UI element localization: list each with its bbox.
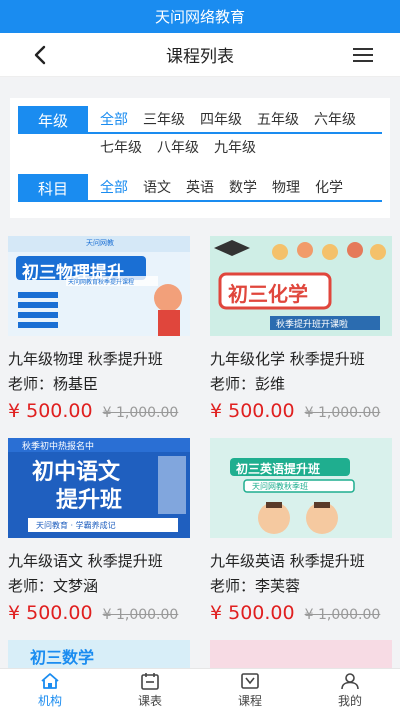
bottom-tab-bar: 机构 课表 课程 我的 [0,668,400,711]
cover-subline: 天问网教育秋季提升课程 [68,279,135,286]
course-card[interactable]: 秋季初中热报名中 初中语文 提升班 天问教育 · 学霸养成记 九年级语文 秋季提… [8,438,190,624]
page-title: 课程列表 [166,47,234,67]
cover-tagline: 秋季初中热报名中 [22,442,95,452]
calendar-icon [141,672,159,690]
tab-label: 机构 [37,693,62,708]
cover-subline: 天问网教秋季班 [252,482,308,491]
course-price: ¥ 500.00 [210,602,295,624]
physics-cover-art [8,236,190,336]
course-cover-image[interactable]: 天问网教 初三物理提升 天问网教育秋季提升课程 [8,236,190,336]
cover-subline: 天问教育 · 学霸养成记 [36,521,116,530]
app-root: 天问网络教育 课程列表 年级 全部 三年级 四年级 五年级 六年级 七年级 八年… [0,0,400,711]
app-title: 天问网络教育 [154,8,245,26]
course-original-price: ¥ 1,000.00 [102,405,179,421]
grade-option-9[interactable]: 九年级 [214,134,256,162]
cover-subline: 秋季提升班开课啦 [276,320,349,330]
course-grid: 天问网教 初三物理提升 天问网教育秋季提升课程 九年级物理 秋季提升班 老师：杨… [8,236,392,624]
tab-label: 课表 [137,693,162,708]
course-cover-image[interactable]: 初三化学 秋季提升班开课啦 [210,236,392,336]
next-course-row: 初三数学 [8,640,392,670]
subject-filter: 科目 全部 语文 英语 数学 物理 化学 [18,174,382,202]
course-icon [241,672,259,689]
course-title[interactable]: 九年级英语 秋季提升班 [210,550,392,571]
subject-option-physics[interactable]: 物理 [272,174,300,202]
cover-headline: 初三化学 [228,282,308,306]
home-icon [41,672,59,689]
tab-courses[interactable]: 课程 [200,669,300,711]
cover-brand: 天问网教 [86,239,114,247]
tab-label: 课程 [237,693,262,708]
menu-button[interactable] [350,43,376,67]
cover-headline: 初三英语提升班 [236,462,321,476]
grade-divider [18,132,382,134]
course-price: ¥ 500.00 [8,400,93,422]
subject-option-chemistry[interactable]: 化学 [315,174,343,202]
course-teacher: 老师：杨基臣 [8,375,99,393]
course-card[interactable]: 初三化学 秋季提升班开课啦 九年级化学 秋季提升班 老师：彭维 ¥ 500.00… [210,236,392,422]
course-teacher: 老师：彭维 [210,375,286,393]
grade-option-8[interactable]: 八年级 [157,134,199,162]
cover-headline: 初三数学 [30,648,95,667]
subject-option-all[interactable]: 全部 [100,174,128,202]
course-teacher: 老师：文梦涵 [8,577,99,595]
tab-institution[interactable]: 机构 [0,669,100,711]
grade-filter: 年级 全部 三年级 四年级 五年级 六年级 七年级 八年级 九年级 [18,106,382,162]
course-cover-image[interactable] [210,640,392,670]
app-title-bar: 天问网络教育 [0,0,400,33]
tab-profile[interactable]: 我的 [300,669,400,711]
cover-headline-2: 提升班 [56,488,123,513]
course-title[interactable]: 九年级化学 秋季提升班 [210,348,392,369]
nav-bar: 课程列表 [0,33,400,77]
filter-panel: 年级 全部 三年级 四年级 五年级 六年级 七年级 八年级 九年级 科目 全部 … [10,98,390,218]
course-original-price: ¥ 1,000.00 [102,607,179,623]
user-icon [341,672,359,689]
tab-label: 我的 [337,693,362,708]
course-cover-image[interactable]: 初三英语提升班 天问网教秋季班 [210,438,392,538]
price-row: ¥ 500.00 ¥ 1,000.00 [210,602,392,624]
course-original-price: ¥ 1,000.00 [304,607,381,623]
course-original-price: ¥ 1,000.00 [304,405,381,421]
course-price: ¥ 500.00 [210,400,295,422]
course-cover-image[interactable]: 初三数学 [8,640,190,670]
grade-filter-label: 年级 [18,106,88,134]
grade-option-4[interactable]: 四年级 [200,106,242,134]
grade-option-7[interactable]: 七年级 [100,134,142,162]
grade-option-3[interactable]: 三年级 [143,106,185,134]
hamburger-icon [353,48,373,62]
grade-option-5[interactable]: 五年级 [257,106,299,134]
subject-filter-label: 科目 [18,174,88,202]
tab-schedule[interactable]: 课表 [100,669,200,711]
subject-option-chinese[interactable]: 语文 [143,174,171,202]
price-row: ¥ 500.00 ¥ 1,000.00 [210,400,392,422]
price-row: ¥ 500.00 ¥ 1,000.00 [8,400,190,422]
course-cover-image[interactable]: 秋季初中热报名中 初中语文 提升班 天问教育 · 学霸养成记 [8,438,190,538]
course-teacher: 老师：李芙蓉 [210,577,301,595]
price-row: ¥ 500.00 ¥ 1,000.00 [8,602,190,624]
course-card[interactable]: 天问网教 初三物理提升 天问网教育秋季提升课程 九年级物理 秋季提升班 老师：杨… [8,236,190,422]
grade-option-all[interactable]: 全部 [100,106,128,134]
course-card[interactable]: 初三英语提升班 天问网教秋季班 九年级英语 秋季提升班 老师：李芙蓉 ¥ 500… [210,438,392,624]
chevron-left-icon [34,45,46,65]
back-button[interactable] [26,41,54,69]
course-title[interactable]: 九年级物理 秋季提升班 [8,348,190,369]
subject-option-english[interactable]: 英语 [186,174,214,202]
course-price: ¥ 500.00 [8,602,93,624]
subject-option-math[interactable]: 数学 [229,174,257,202]
grade-option-6[interactable]: 六年级 [314,106,356,134]
course-title[interactable]: 九年级语文 秋季提升班 [8,550,190,571]
subject-divider [18,200,382,202]
